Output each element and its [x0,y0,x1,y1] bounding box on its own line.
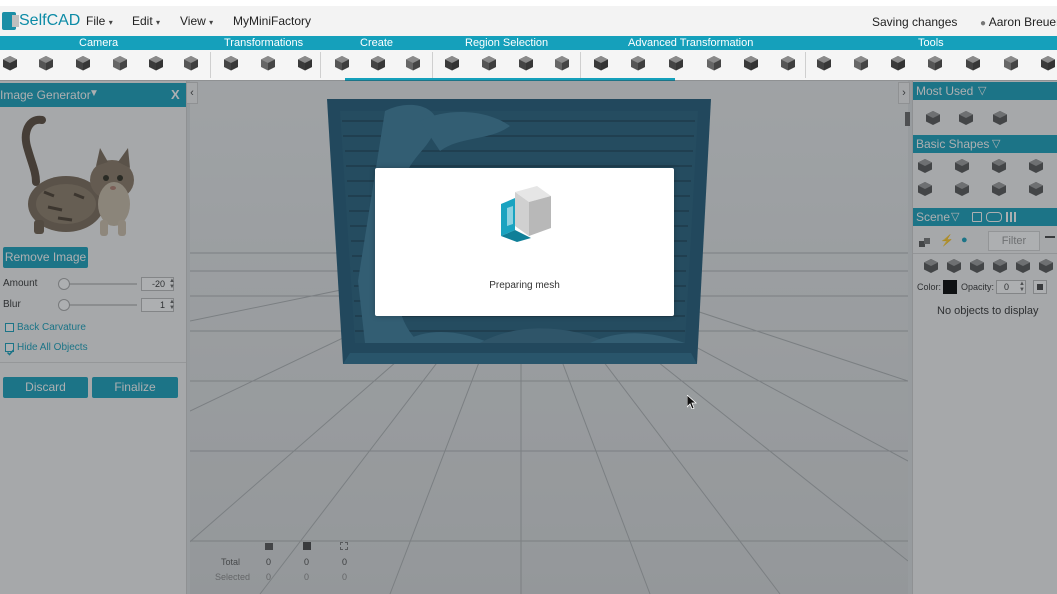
category-create[interactable]: Create [360,37,393,49]
menu-edit[interactable]: Edit ▾ [132,14,160,28]
selfcad-cube-icon [497,184,553,242]
menu-myminifactory[interactable]: MyMiniFactory [233,14,311,28]
menu-file[interactable]: File ▾ [86,14,113,28]
move-icon[interactable] [222,54,240,74]
logo-text: SelfCAD [19,12,81,29]
arrow-tool-icon[interactable] [1039,54,1057,74]
subdivide-icon[interactable] [629,54,647,74]
align-icon[interactable] [815,54,833,74]
cone-tool-icon[interactable] [705,54,723,74]
save-status: Saving changes [872,15,958,29]
mouse-cursor-icon [686,394,698,410]
hourglass-icon[interactable] [742,54,760,74]
category-tools[interactable]: Tools [918,37,944,49]
selfcad-logo[interactable]: SelfCAD [2,10,80,32]
slice-icon[interactable] [779,54,797,74]
sphere-tool-icon[interactable] [926,54,944,74]
box-create-icon[interactable] [404,54,422,74]
focus-icon[interactable] [147,54,165,74]
pan-icon[interactable] [74,54,92,74]
category-region-selection[interactable]: Region Selection [465,37,548,49]
wire-cube-icon[interactable] [1002,54,1020,74]
select-region-icon[interactable] [553,54,571,74]
category-advanced-transformation[interactable]: Advanced Transformation [628,37,753,49]
select-face-icon[interactable] [443,54,461,74]
rotate-icon[interactable] [259,54,277,74]
shape-create-icon[interactable] [369,54,387,74]
category-transformations[interactable]: Transformations [224,37,303,49]
zoom-icon[interactable] [37,54,55,74]
modal-message: Preparing mesh [489,280,560,291]
user-menu[interactable]: ● Aaron Breuer [980,15,1057,29]
camera-view-icon[interactable] [1,54,19,74]
select-edge-icon[interactable] [480,54,498,74]
extrude-icon[interactable] [592,54,610,74]
toolbar-separator [432,52,433,78]
select-vertex-icon[interactable] [517,54,535,74]
cube-solid-icon[interactable] [964,54,982,74]
cube-create-icon[interactable] [333,54,351,74]
caret-down-icon: ▾ [156,18,161,27]
scale-icon[interactable] [296,54,314,74]
mirror-icon[interactable] [889,54,907,74]
cube-tool-icon[interactable] [852,54,870,74]
user-icon: ● [980,18,987,29]
modal-backdrop [0,80,1057,594]
category-camera[interactable]: Camera [79,37,118,49]
toolbar-separator [805,52,806,78]
toolbar-separator [210,52,211,78]
logo-cube-icon [2,12,19,30]
browser-strip [0,0,1057,6]
rotate-view-icon[interactable] [111,54,129,74]
caret-down-icon: ▾ [209,18,214,27]
toolbar-separator [320,52,321,78]
caret-down-icon: ▾ [108,18,113,27]
toolbar-separator [580,52,581,78]
bevel-icon[interactable] [667,54,685,74]
menu-view[interactable]: View ▾ [180,14,213,28]
lock-view-icon[interactable] [182,54,200,74]
